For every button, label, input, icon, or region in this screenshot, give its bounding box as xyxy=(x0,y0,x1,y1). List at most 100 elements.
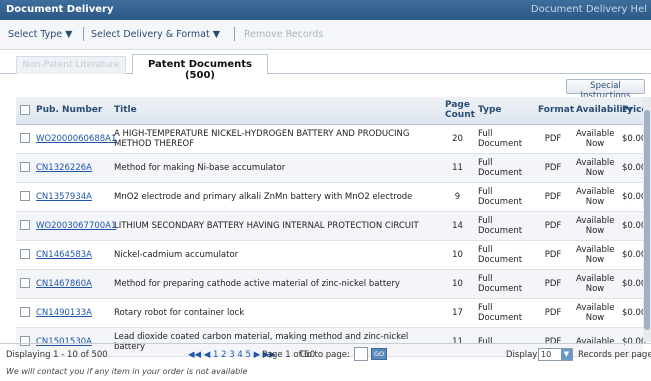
tab-non-patent-literature[interactable]: Non-Patent Literature xyxy=(16,56,126,74)
row-checkbox[interactable] xyxy=(20,249,30,260)
toolbar-separator xyxy=(234,27,235,41)
toolbar-separator xyxy=(83,27,84,41)
table-row: CN1326226A Method for making Ni-base acc… xyxy=(16,153,646,183)
pub-number-link[interactable]: CN1357934A xyxy=(36,192,92,202)
pub-number-link[interactable]: WO2000060688A1 xyxy=(36,134,116,144)
availability-cell: Available Now xyxy=(572,240,618,270)
table-row: CN1464583A Nickel-cadmium accumulator 10… xyxy=(16,240,646,270)
go-button[interactable]: GO xyxy=(371,348,387,360)
row-select-cell xyxy=(16,298,32,328)
row-select-cell xyxy=(16,124,32,154)
pub-number-link[interactable]: WO2003067700A1 xyxy=(36,221,116,231)
title-cell: MnO2 electrode and primary alkali ZnMn b… xyxy=(110,182,441,212)
table-row: WO2000060688A1 A HIGH-TEMPERATURE NICKEL… xyxy=(16,124,646,154)
pub-number-link[interactable]: CN1490133A xyxy=(36,308,92,318)
type-cell: Full Document xyxy=(474,298,534,328)
window-title: Document Delivery xyxy=(6,4,114,15)
records-per-page-label: Records per page xyxy=(578,350,651,360)
availability-cell: Available Now xyxy=(572,124,618,154)
title-cell: Method for preparing cathode active mate… xyxy=(110,269,441,299)
chevron-down-icon: ▼ xyxy=(561,349,572,360)
format-cell: PDF xyxy=(534,298,572,328)
toolbar: Select Type ▼ Select Delivery & Format ▼… xyxy=(0,20,651,50)
title-cell: LITHIUM SECONDARY BATTERY HAVING INTERNA… xyxy=(110,211,441,241)
display-label: Display xyxy=(506,350,538,360)
row-checkbox[interactable] xyxy=(20,307,30,318)
help-link[interactable]: Document Delivery Hel xyxy=(531,4,647,15)
col-page-count[interactable]: Page Count xyxy=(441,97,475,125)
pagination-footer: Displaying 1 - 10 of 500 ◀◀ ◀ 1 2 3 4 5 … xyxy=(0,343,651,365)
page-count-cell: 20 xyxy=(441,124,474,154)
type-cell: Full Document xyxy=(474,269,534,299)
go-to-page-input[interactable] xyxy=(354,347,368,361)
pub-number-link[interactable]: CN1326226A xyxy=(36,163,92,173)
scrollbar-thumb[interactable] xyxy=(644,110,650,330)
title-cell: Rotary robot for container lock xyxy=(110,298,441,328)
row-checkbox[interactable] xyxy=(20,191,30,202)
row-checkbox[interactable] xyxy=(20,133,30,144)
remove-records-button[interactable]: Remove Records xyxy=(244,29,323,40)
availability-cell: Available Now xyxy=(572,269,618,299)
go-to-page-label: Go to page: xyxy=(300,350,350,360)
price-cell: $0.00 xyxy=(618,240,646,270)
col-title[interactable]: Title xyxy=(110,97,441,125)
row-checkbox[interactable] xyxy=(20,162,30,173)
format-cell: PDF xyxy=(534,211,572,241)
type-cell: Full Document xyxy=(474,153,534,183)
page-count-cell: 9 xyxy=(441,182,474,212)
pub-number-link[interactable]: CN1467860A xyxy=(36,279,92,289)
table-header-row: Pub. Number Title Page Count Type Format… xyxy=(16,97,648,125)
col-type[interactable]: Type xyxy=(474,97,534,125)
title-cell: A HIGH-TEMPERATURE NICKEL-HYDROGEN BATTE… xyxy=(110,124,441,154)
format-cell: PDF xyxy=(534,269,572,299)
records-per-page-select[interactable]: 10 ▼ xyxy=(538,348,573,361)
availability-note: We will contact you if any item in your … xyxy=(6,367,248,376)
price-cell: $0.00 xyxy=(618,124,646,154)
format-cell: PDF xyxy=(534,182,572,212)
price-cell: $0.00 xyxy=(618,211,646,241)
price-cell: $0.00 xyxy=(618,269,646,299)
col-availability[interactable]: Availability xyxy=(572,97,633,125)
type-cell: Full Document xyxy=(474,182,534,212)
title-cell: Method for making Ni-base accumulator xyxy=(110,153,441,183)
row-select-cell xyxy=(16,240,32,270)
pub-number-link[interactable]: CN1464583A xyxy=(36,250,92,260)
select-delivery-format-menu[interactable]: Select Delivery & Format ▼ xyxy=(91,29,220,40)
type-cell: Full Document xyxy=(474,240,534,270)
price-cell: $0.00 xyxy=(618,298,646,328)
availability-cell: Available Now xyxy=(572,153,618,183)
col-pub-number[interactable]: Pub. Number xyxy=(32,97,110,125)
documents-table: Pub. Number Title Page Count Type Format… xyxy=(16,97,648,357)
format-cell: PDF xyxy=(534,124,572,154)
row-checkbox[interactable] xyxy=(20,220,30,231)
availability-cell: Available Now xyxy=(572,298,618,328)
format-cell: PDF xyxy=(534,240,572,270)
row-select-cell xyxy=(16,182,32,212)
format-cell: PDF xyxy=(534,153,572,183)
select-all-cell xyxy=(16,97,32,125)
row-select-cell xyxy=(16,269,32,299)
table-row: CN1467860A Method for preparing cathode … xyxy=(16,269,646,299)
price-cell: $0.00 xyxy=(618,182,646,212)
type-cell: Full Document xyxy=(474,211,534,241)
tab-strip: Non-Patent Literature Patent Documents (… xyxy=(0,50,651,81)
page-count-cell: 14 xyxy=(441,211,474,241)
select-type-menu[interactable]: Select Type ▼ xyxy=(8,29,72,40)
col-format[interactable]: Format xyxy=(534,97,574,125)
row-checkbox[interactable] xyxy=(20,278,30,289)
select-all-checkbox[interactable] xyxy=(20,105,30,115)
row-select-cell xyxy=(16,211,32,241)
page-count-cell: 10 xyxy=(441,269,474,299)
displaying-count: Displaying 1 - 10 of 500 xyxy=(6,350,108,360)
type-cell: Full Document xyxy=(474,124,534,154)
tab-patent-documents[interactable]: Patent Documents (500) xyxy=(132,54,268,81)
page-count-cell: 10 xyxy=(441,240,474,270)
table-row: WO2003067700A1 LITHIUM SECONDARY BATTERY… xyxy=(16,211,646,241)
row-select-cell xyxy=(16,153,32,183)
title-bar: Document Delivery Document Delivery Hel xyxy=(0,0,651,20)
col-price[interactable]: Price xyxy=(618,97,648,125)
page-count-cell: 17 xyxy=(441,298,474,328)
availability-cell: Available Now xyxy=(572,211,618,241)
special-instructions-button[interactable]: Special Instructions xyxy=(566,79,645,101)
records-per-page-value: 10 xyxy=(541,350,552,359)
